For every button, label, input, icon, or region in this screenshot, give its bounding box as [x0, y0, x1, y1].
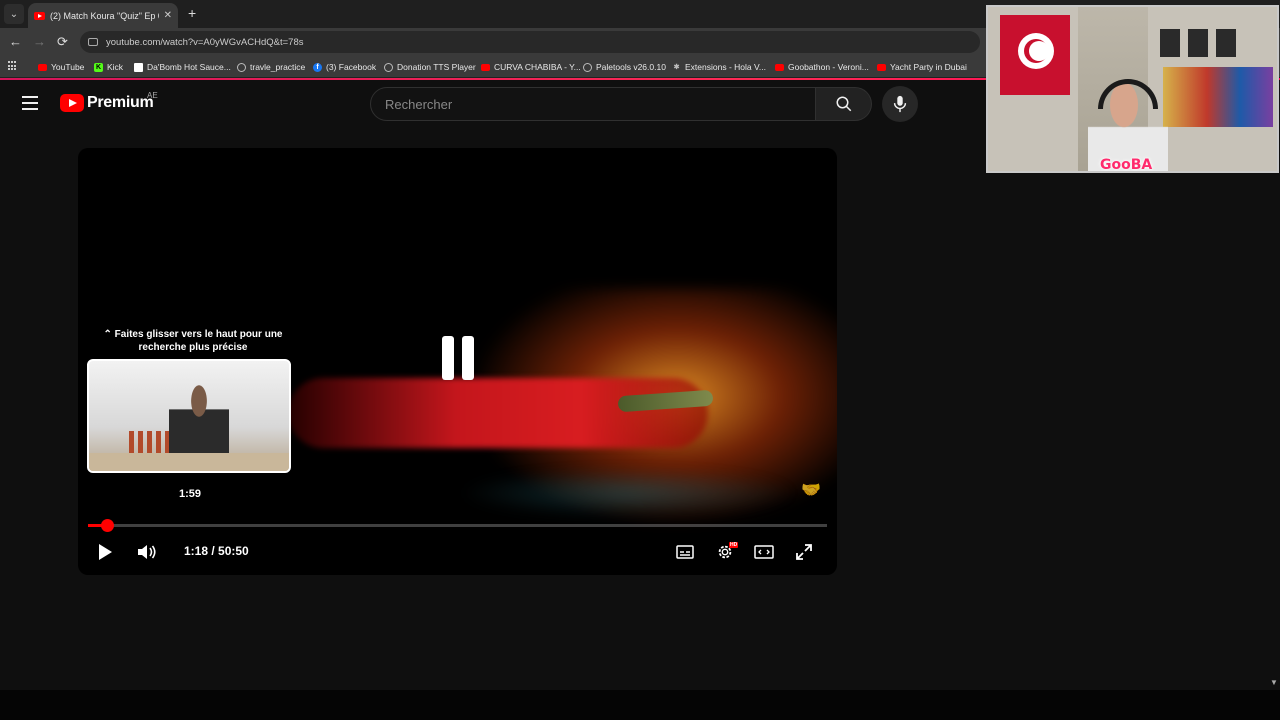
search-input[interactable]: Rechercher [370, 87, 816, 121]
hd-badge: HD [729, 542, 739, 548]
wall-poster [1216, 29, 1236, 57]
back-arrow-icon[interactable]: ← [9, 34, 22, 49]
scrub-hint: ⌃ Faites glisser vers le haut pour une r… [103, 329, 283, 353]
youtube-premium-logo[interactable]: Premium [60, 94, 154, 112]
time-display: 1:18 / 50:50 [184, 544, 249, 558]
bookmark-label: Extensions - Hola V... [685, 62, 766, 72]
tab-title: (2) Match Koura "Quiz" Ep 03 [50, 10, 159, 21]
compass-icon [237, 62, 246, 72]
bookmark-page-icon [134, 62, 143, 72]
youtube-logo-icon [60, 94, 84, 112]
bookmark-curva-chabiba[interactable]: CURVA CHABIBA - Y... [481, 60, 581, 74]
microphone-icon [893, 95, 907, 113]
handshake-watermark-icon[interactable]: 🤝 [796, 480, 826, 502]
search-button[interactable] [816, 87, 872, 121]
webcam-caption: GooBA [1100, 157, 1153, 173]
wall-poster [1188, 29, 1208, 57]
address-bar[interactable]: youtube.com/watch?v=A0yWGvACHdQ&t=78s [80, 31, 980, 53]
pause-indicator-icon [434, 334, 482, 382]
webcam-overlay: GooBA [986, 5, 1279, 173]
theater-mode-icon [754, 545, 774, 559]
video-frame-pepper [288, 378, 708, 448]
address-url: youtube.com/watch?v=A0yWGvACHdQ&t=78s [106, 36, 304, 48]
globe-icon [384, 62, 393, 72]
bookmark-label: YouTube [51, 62, 85, 72]
youtube-favicon-icon [34, 11, 45, 20]
bookmark-donation-tts[interactable]: Donation TTS Player [384, 60, 476, 74]
logo-text: Premium [87, 94, 154, 111]
bookmark-youtube[interactable]: YouTube [38, 60, 84, 74]
youtube-icon [775, 63, 784, 71]
menu-icon[interactable] [22, 96, 38, 110]
bookmark-label: Goobathon - Veroni... [788, 62, 869, 72]
seek-preview-time: 1:59 [178, 488, 202, 500]
bookmark-dabomb[interactable]: Da'Bomb Hot Sauce... [134, 60, 231, 74]
bookmark-label: Da'Bomb Hot Sauce... [147, 62, 231, 72]
bookmark-paletools[interactable]: Paletools v26.0.10 [583, 60, 666, 74]
youtube-icon [877, 63, 886, 71]
search-placeholder: Rechercher [385, 96, 453, 112]
site-info-icon[interactable] [88, 38, 98, 46]
bookmark-label: travle_practice [250, 62, 306, 72]
globe-icon [583, 62, 592, 72]
scroll-down-icon[interactable]: ▼ [1270, 678, 1278, 687]
kick-icon: K [94, 62, 103, 72]
bookmark-label: CURVA CHABIBA - Y... [494, 62, 581, 72]
puzzle-icon: ✱ [673, 63, 680, 71]
browser-tab-active[interactable]: (2) Match Koura "Quiz" Ep 03 ✕ [28, 3, 178, 28]
voice-search-button[interactable] [882, 86, 918, 122]
youtube-icon [38, 63, 47, 71]
country-code: AE [147, 91, 158, 100]
bookmark-extensions[interactable]: ✱ Extensions - Hola V... [672, 60, 766, 74]
fullscreen-icon [796, 544, 812, 560]
bookmark-label: Kick [107, 62, 124, 72]
facebook-icon: f [313, 62, 322, 72]
tunisia-flag-icon [1000, 15, 1070, 95]
bookmark-kick[interactable]: K Kick [94, 60, 123, 74]
bookmark-label: Paletools v26.0.10 [596, 62, 666, 72]
bookmark-yacht-party[interactable]: Yacht Party in Dubai [877, 60, 967, 74]
progress-bar[interactable] [88, 519, 827, 532]
new-tab-button[interactable]: + [188, 5, 196, 21]
video-frame-reflection [458, 468, 798, 518]
bottom-strip [0, 690, 1280, 720]
seek-preview-thumbnail [87, 359, 291, 473]
chevron-down-icon: ⌄ [9, 8, 19, 20]
webcam-shelf [1163, 67, 1273, 127]
bookmark-goobathon[interactable]: Goobathon - Veroni... [775, 60, 869, 74]
video-player[interactable]: ⌃ Faites glisser vers le haut pour une r… [78, 148, 837, 575]
volume-icon [138, 545, 156, 559]
fullscreen-button[interactable] [793, 541, 815, 563]
theater-mode-button[interactable] [753, 541, 775, 563]
bookmark-label: (3) Facebook [326, 62, 377, 72]
tab-list-button[interactable]: ⌄ [4, 4, 24, 24]
play-icon [99, 544, 112, 560]
subtitles-button[interactable] [674, 541, 696, 563]
play-button[interactable] [94, 541, 116, 563]
forward-arrow-icon[interactable]: → [33, 34, 46, 49]
reload-icon[interactable]: ⟳ [57, 34, 68, 50]
subtitles-icon [676, 545, 694, 559]
youtube-icon [481, 63, 490, 71]
scrubber-handle[interactable] [100, 519, 114, 532]
wall-poster [1160, 29, 1180, 57]
search-icon [836, 96, 851, 112]
bookmark-label: Yacht Party in Dubai [890, 62, 967, 72]
volume-button[interactable] [136, 541, 158, 563]
bookmark-travle[interactable]: travle_practice [237, 60, 305, 74]
apps-grid-icon[interactable] [8, 61, 18, 71]
bookmark-label: Donation TTS Player [397, 62, 476, 72]
bookmark-facebook[interactable]: f (3) Facebook [313, 60, 376, 74]
tab-close-icon[interactable]: ✕ [164, 10, 172, 21]
